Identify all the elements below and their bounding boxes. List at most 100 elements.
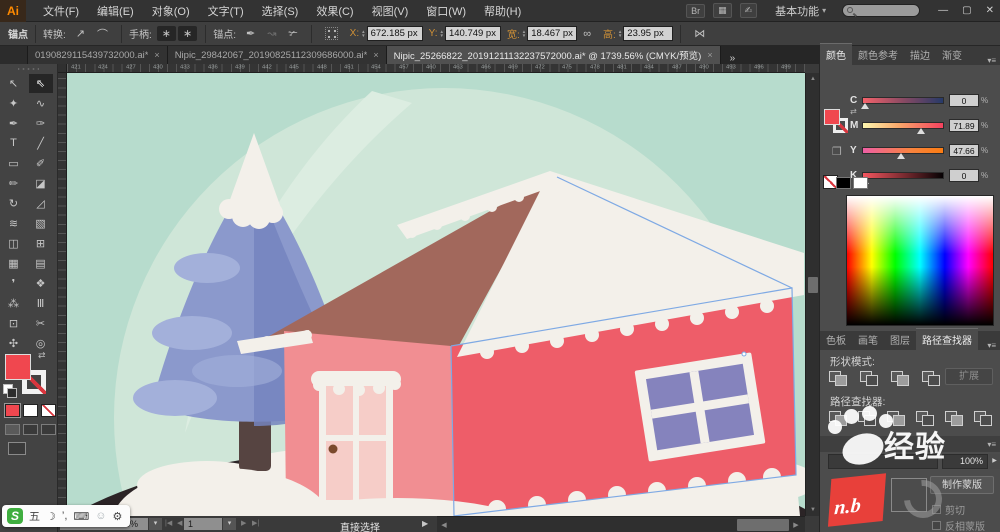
constrain-icon[interactable]: ⋈ — [689, 26, 710, 41]
horizontal-scrollbar[interactable]: ◀ ▶ — [437, 516, 805, 532]
tools-panel-grip[interactable] — [18, 65, 39, 72]
minimize-button[interactable]: — — [938, 5, 948, 16]
vertical-scrollbar[interactable]: ▲ ▼ — [805, 73, 819, 516]
y-label[interactable]: Y: — [429, 28, 438, 39]
vertical-ruler[interactable] — [58, 73, 67, 516]
pathfinder-merge-icon[interactable] — [886, 410, 906, 426]
search-input[interactable] — [842, 4, 921, 17]
previous-artboard-button[interactable]: ◀ — [177, 519, 182, 527]
eyedropper-tool[interactable]: ❜ — [2, 274, 26, 293]
vertical-scroll-handle[interactable] — [808, 277, 818, 293]
dock-panel-tab[interactable]: 色板 — [820, 329, 852, 350]
height-field[interactable]: 23.95 px — [623, 26, 674, 41]
height-label[interactable]: 高: — [603, 26, 616, 41]
symbol-sprayer-tool[interactable]: ⁂ — [2, 294, 26, 313]
ruler-corner[interactable] — [58, 64, 67, 73]
color-button[interactable] — [4, 403, 21, 418]
color-panel-tab[interactable]: 颜色 — [820, 43, 852, 65]
artboard-canvas[interactable] — [49, 73, 839, 532]
fill-swatch[interactable] — [824, 109, 840, 125]
shape-mode-unite-icon[interactable] — [828, 370, 848, 386]
paintbrush-tool[interactable]: ✐ — [29, 154, 53, 173]
free-transform-tool[interactable]: ▧ — [29, 214, 53, 233]
convert-to-smooth-icon[interactable]: ⌒ — [92, 25, 113, 43]
swap-fill-stroke-icon[interactable]: ⇄ — [38, 350, 46, 361]
menu-item[interactable]: 对象(O) — [143, 3, 199, 19]
lasso-tool[interactable]: ∿ — [29, 94, 53, 113]
remove-anchor-icon[interactable]: ✒ — [241, 26, 260, 41]
show-handles-icon[interactable]: ∗ — [156, 26, 176, 41]
shape-mode-intersect-icon[interactable] — [890, 370, 910, 386]
color-panel-tab[interactable]: 颜色参考 — [852, 44, 904, 65]
dock-panel-tab[interactable]: 路径查找器 — [916, 328, 978, 350]
draw-normal-button[interactable] — [5, 424, 20, 435]
white-swatch[interactable] — [853, 177, 868, 189]
fill-color-swatch[interactable] — [5, 354, 31, 380]
workspace-switcher[interactable]: 基本功能 — [775, 3, 819, 19]
close-button[interactable]: ✕ — [986, 5, 994, 16]
cs-live-icon[interactable]: ✍ — [739, 3, 758, 18]
zoom-dropdown-icon[interactable]: ▾ — [149, 518, 162, 530]
hide-handles-icon[interactable]: ∗ — [178, 26, 198, 41]
reference-point-icon[interactable] — [324, 27, 338, 40]
opacity-field[interactable]: 100% — [942, 454, 988, 469]
menu-item[interactable]: 文件(F) — [34, 3, 88, 19]
draw-inside-button[interactable] — [41, 424, 56, 435]
panel-menu-icon[interactable]: ▾≡ — [987, 52, 1000, 65]
pen-tool[interactable]: ✒ — [2, 114, 26, 133]
document-tab[interactable]: 0190829115439732000.ai* × — [28, 46, 168, 64]
scale-tool[interactable]: ◿ — [29, 194, 53, 213]
color-panel-tab[interactable]: 渐变 — [936, 44, 968, 65]
stepper-icon[interactable]: ▲ ▼ — [439, 29, 443, 38]
screen-mode-button[interactable] — [8, 442, 26, 455]
horizontal-ruler[interactable]: 421 424 427 430 433 436 439 442 445 448 451 454 457 4… — [67, 64, 805, 73]
stepper-icon[interactable]: ▲ ▼ — [618, 29, 622, 38]
menu-item[interactable]: 帮助(H) — [475, 3, 530, 19]
channel-value-field[interactable]: 71.89 — [949, 118, 979, 132]
channel-value-field[interactable]: 47.66 — [949, 143, 979, 157]
pathfinder-outline-icon[interactable] — [944, 410, 964, 426]
slider-thumb-icon[interactable] — [897, 152, 906, 159]
first-artboard-button[interactable]: |◀ — [165, 519, 172, 527]
channel-slider[interactable] — [860, 171, 944, 184]
keyboard-icon[interactable]: ⌨ — [73, 510, 89, 523]
last-artboard-button[interactable]: ▶| — [252, 519, 259, 527]
menu-item[interactable]: 文字(T) — [199, 3, 253, 19]
restore-button[interactable]: ▢ — [962, 5, 971, 16]
punctuation-indicator[interactable]: ’, — [62, 510, 68, 522]
stepper-icon[interactable]: ▲ ▼ — [522, 29, 526, 38]
cut-path-icon[interactable]: ✃ — [283, 26, 302, 41]
slice-tool[interactable]: ✂ — [29, 314, 53, 333]
selection-tool[interactable]: ↖ — [2, 74, 26, 93]
none-button[interactable] — [41, 404, 56, 417]
scroll-down-icon[interactable]: ▼ — [806, 504, 820, 516]
opacity-dropdown-icon[interactable]: ▶ — [989, 454, 1000, 469]
clip-checkbox[interactable] — [932, 505, 941, 514]
app-logo[interactable]: Ai — [0, 0, 26, 22]
x-field[interactable]: 672.185 px — [366, 26, 423, 41]
connect-path-icon[interactable]: ↝ — [262, 26, 281, 41]
eraser-tool[interactable]: ◪ — [29, 174, 53, 193]
gradient-tool[interactable]: ▤ — [29, 254, 53, 273]
document-tab[interactable]: Nipic_25266822_20191211132237572000.ai* … — [386, 46, 721, 64]
shape-mode-exclude-icon[interactable] — [921, 370, 941, 386]
expand-button[interactable]: 扩展 — [945, 368, 993, 385]
dock-panel-tab[interactable]: 图层 — [884, 329, 916, 350]
pencil-tool[interactable]: ✏ — [2, 174, 26, 193]
color-panel-tab[interactable]: 描边 — [904, 44, 936, 65]
bridge-icon[interactable]: Br — [686, 3, 706, 18]
menu-item[interactable]: 效果(C) — [307, 3, 362, 19]
sogou-logo[interactable]: S — [7, 508, 23, 524]
default-fill-stroke-icon[interactable] — [3, 384, 17, 398]
horizontal-scroll-handle[interactable] — [737, 519, 789, 531]
menu-item[interactable]: 选择(S) — [253, 3, 308, 19]
channel-slider[interactable] — [862, 121, 944, 134]
wrench-icon[interactable]: ⚙ — [113, 510, 123, 523]
dock-panel-tab[interactable]: 画笔 — [852, 329, 884, 350]
graph-tool[interactable]: Ⅲ — [29, 294, 53, 313]
rotate-tool[interactable]: ↻ — [2, 194, 26, 213]
pathfinder-crop-icon[interactable] — [915, 410, 935, 426]
shape-builder-tool[interactable]: ◫ — [2, 234, 26, 253]
slider-thumb-icon[interactable] — [916, 127, 925, 134]
rectangle-tool[interactable]: ▭ — [2, 154, 26, 173]
